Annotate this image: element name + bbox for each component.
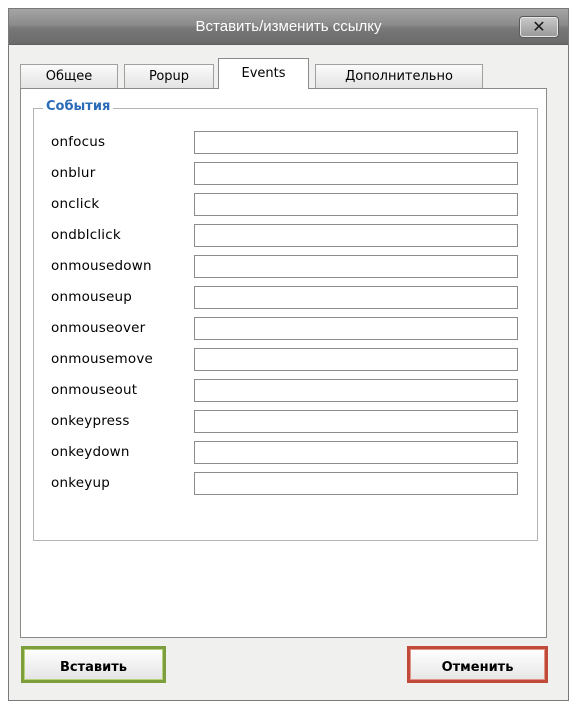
event-row-onkeyup: onkeyup bbox=[34, 472, 537, 496]
event-row-ondblclick: ondblclick bbox=[34, 224, 537, 248]
tab-label: Общее bbox=[45, 69, 93, 84]
onclick-input[interactable] bbox=[194, 193, 518, 216]
onmouseover-input[interactable] bbox=[194, 317, 518, 340]
cancel-button[interactable]: Отменить bbox=[407, 646, 548, 683]
onmouseup-input[interactable] bbox=[194, 286, 518, 309]
onfocus-input[interactable] bbox=[194, 131, 518, 154]
event-label: onkeyup bbox=[51, 475, 110, 491]
insert-button-label: Вставить bbox=[59, 660, 127, 675]
event-label: onclick bbox=[51, 196, 100, 212]
tab-popup[interactable]: Popup bbox=[124, 64, 214, 88]
onkeypress-input[interactable] bbox=[194, 410, 518, 433]
cancel-button-label: Отменить bbox=[441, 660, 514, 675]
onmousemove-input[interactable] bbox=[194, 348, 518, 371]
onkeydown-input[interactable] bbox=[194, 441, 518, 464]
event-label: onblur bbox=[51, 165, 96, 181]
tab-general[interactable]: Общее bbox=[20, 64, 118, 88]
tab-label: Events bbox=[241, 66, 286, 81]
events-fieldset: События onfocus onblur onclick ondblclic… bbox=[33, 99, 538, 541]
dialog-title: Вставить/изменить ссылку bbox=[195, 18, 382, 35]
event-label: onmousemove bbox=[51, 351, 154, 367]
event-row-onkeypress: onkeypress bbox=[34, 410, 537, 434]
event-label: ondblclick bbox=[51, 227, 121, 243]
tab-label: Дополнительно bbox=[345, 69, 453, 84]
event-label: onmousedown bbox=[51, 258, 152, 274]
close-button[interactable]: ✕ bbox=[520, 17, 558, 37]
onblur-input[interactable] bbox=[194, 162, 518, 185]
event-label: onkeypress bbox=[51, 413, 130, 429]
event-row-onclick: onclick bbox=[34, 193, 537, 217]
onkeyup-input[interactable] bbox=[194, 472, 518, 495]
event-label: onkeydown bbox=[51, 444, 130, 460]
event-row-onfocus: onfocus bbox=[34, 131, 537, 155]
event-row-onblur: onblur bbox=[34, 162, 537, 186]
event-label: onfocus bbox=[51, 134, 106, 150]
dialog-titlebar[interactable]: Вставить/изменить ссылку ✕ bbox=[9, 9, 568, 45]
events-panel: События onfocus onblur onclick ondblclic… bbox=[20, 88, 547, 638]
event-row-onmouseout: onmouseout bbox=[34, 379, 537, 403]
event-row-onmousemove: onmousemove bbox=[34, 348, 537, 372]
event-label: onmouseout bbox=[51, 382, 138, 398]
event-row-onmouseover: onmouseover bbox=[34, 317, 537, 341]
tab-advanced[interactable]: Дополнительно bbox=[315, 64, 483, 88]
onmousedown-input[interactable] bbox=[194, 255, 518, 278]
event-label: onmouseover bbox=[51, 320, 146, 336]
insert-button[interactable]: Вставить bbox=[21, 646, 166, 683]
ondblclick-input[interactable] bbox=[194, 224, 518, 247]
tab-label: Popup bbox=[148, 69, 190, 84]
event-row-onmouseup: onmouseup bbox=[34, 286, 537, 310]
close-icon: ✕ bbox=[532, 17, 546, 36]
event-label: onmouseup bbox=[51, 289, 133, 305]
event-row-onkeydown: onkeydown bbox=[34, 441, 537, 465]
event-row-onmousedown: onmousedown bbox=[34, 255, 537, 279]
tab-events[interactable]: Events bbox=[218, 58, 309, 89]
events-legend: События bbox=[43, 99, 114, 114]
onmouseout-input[interactable] bbox=[194, 379, 518, 402]
